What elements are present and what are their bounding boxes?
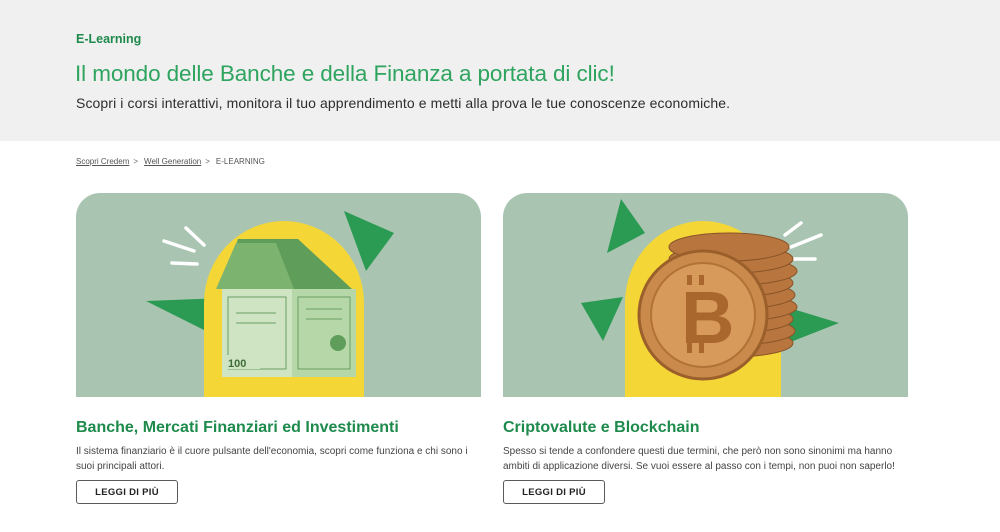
- read-more-button[interactable]: LEGGI DI PIÙ: [76, 480, 178, 504]
- course-card-cripto: B Criptovalute e Blockchain Spesso si te…: [503, 193, 908, 504]
- section-eyebrow: E-Learning: [76, 32, 142, 46]
- breadcrumb: Scopri Credem > Well Generation > E-LEAR…: [76, 157, 265, 166]
- breadcrumb-separator: >: [205, 157, 210, 166]
- course-card-banche: 100 Banche, Mercati Finanziari ed Invest…: [76, 193, 481, 504]
- banknote-house-icon: 100: [146, 211, 394, 397]
- card-description: Il sistema finanziario è il cuore pulsan…: [76, 446, 468, 472]
- page-subtitle: Scopri i corsi interattivi, monitora il …: [76, 95, 731, 111]
- read-more-button[interactable]: LEGGI DI PIÙ: [503, 480, 605, 504]
- page-title: Il mondo delle Banche e della Finanza a …: [75, 61, 615, 86]
- breadcrumb-link-well-generation[interactable]: Well Generation: [144, 157, 201, 166]
- card-title[interactable]: Banche, Mercati Finanziari ed Investimen…: [76, 419, 399, 437]
- breadcrumb-separator: >: [133, 157, 139, 166]
- breadcrumb-current: E-LEARNING: [215, 157, 265, 166]
- card-title[interactable]: Criptovalute e Blockchain: [503, 419, 700, 437]
- bitcoin-coin-stack-icon: B: [581, 199, 839, 397]
- svg-text:100: 100: [228, 358, 246, 370]
- hero-banner: E-Learning Il mondo delle Banche e della…: [0, 0, 1000, 141]
- card-description: Spesso si tende a confondere questi due …: [503, 446, 895, 472]
- breadcrumb-link-scopri-credem[interactable]: Scopri Credem: [76, 157, 129, 166]
- card-image[interactable]: 100: [76, 193, 481, 397]
- card-image[interactable]: B: [503, 193, 908, 397]
